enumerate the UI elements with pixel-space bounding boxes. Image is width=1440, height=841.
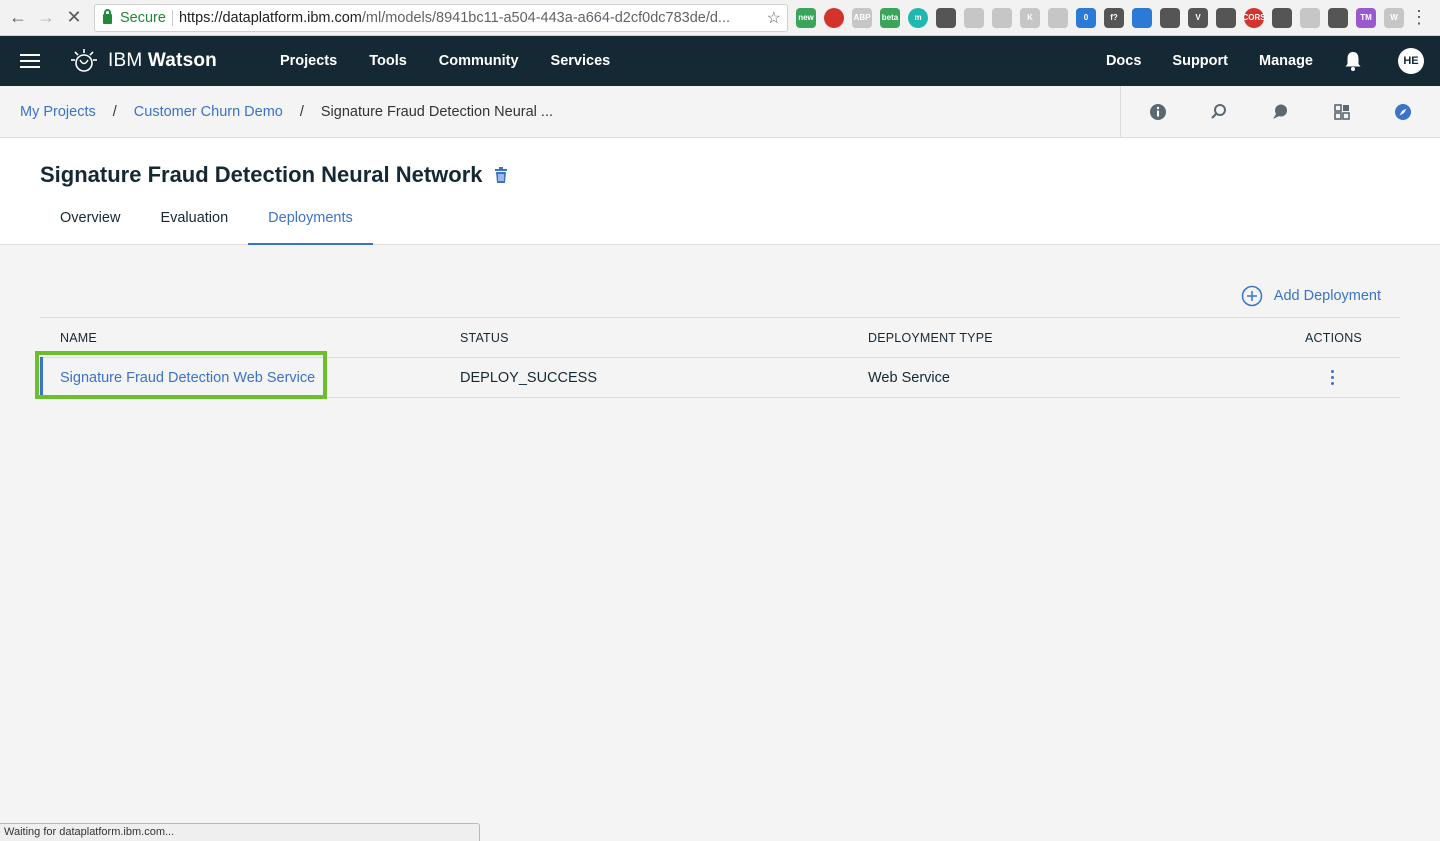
hamburger-menu-icon[interactable]	[20, 54, 40, 68]
extension-formula-icon[interactable]: f?	[1104, 7, 1124, 28]
extension-m-icon[interactable]: m	[908, 7, 928, 28]
bookmark-star-icon[interactable]: ☆	[767, 8, 781, 28]
address-bar[interactable]: Secure https://dataplatform.ibm.com/ml/m…	[94, 3, 788, 32]
tab-deployments[interactable]: Deployments	[248, 208, 373, 245]
extension-abp-icon[interactable]: ABP	[852, 7, 872, 28]
back-icon[interactable]: ←	[4, 0, 32, 36]
deployment-type: Web Service	[868, 369, 950, 386]
add-deployment-button[interactable]: Add Deployment	[40, 282, 1400, 310]
page-title-row: Signature Fraud Detection Neural Network	[40, 162, 507, 188]
secure-label: Secure	[120, 9, 166, 26]
column-header-status[interactable]: STATUS	[460, 331, 868, 345]
extension-eyedropper-icon[interactable]	[1132, 7, 1152, 28]
watson-logo-icon[interactable]	[70, 47, 98, 75]
nav-tools[interactable]: Tools	[369, 53, 407, 69]
extension-cors-icon[interactable]: CORS	[1242, 7, 1266, 28]
extension-target-icon[interactable]	[1216, 7, 1236, 28]
extension-icons: new ABP beta m K 0 f? V CORS TM W	[796, 7, 1404, 28]
nav-services[interactable]: Services	[551, 53, 611, 69]
deployments-panel: Add Deployment NAME STATUS DEPLOYMENT TY…	[35, 282, 1400, 399]
extension-cap-icon[interactable]	[1272, 7, 1292, 28]
address-divider	[171, 9, 173, 26]
lock-icon	[103, 9, 112, 24]
brand-watson: Watson	[147, 50, 217, 71]
browser-status-bar: Waiting for dataplatform.ibm.com...	[0, 823, 480, 841]
add-deployment-label: Add Deployment	[1273, 288, 1381, 304]
find-replace-icon[interactable]	[1210, 103, 1228, 121]
user-avatar[interactable]: HE	[1398, 48, 1424, 74]
trash-icon[interactable]	[494, 167, 507, 183]
url-path: /ml/models/8941bc11-a504-443a-a664-d2cf0…	[361, 9, 731, 26]
model-tabs: Overview Evaluation Deployments	[40, 208, 373, 245]
extension-new-icon[interactable]: new	[796, 7, 816, 28]
forward-icon[interactable]: →	[32, 0, 60, 36]
breadcrumb-bar: My Projects / Customer Churn Demo / Sign…	[0, 86, 1440, 138]
stop-loading-icon[interactable]: ✕	[60, 0, 88, 36]
extension-vue-icon[interactable]: V	[1188, 7, 1208, 28]
model-header: Signature Fraud Detection Neural Network…	[0, 138, 1440, 245]
extension-red-icon[interactable]	[824, 7, 844, 28]
extension-beta-icon[interactable]: beta	[880, 7, 900, 28]
row-actions-menu-icon[interactable]	[1329, 370, 1335, 385]
brand-name[interactable]: IBM Watson	[108, 50, 217, 72]
breadcrumb-separator: /	[299, 103, 304, 120]
add-circle-icon	[1241, 285, 1263, 307]
url-text[interactable]: https://dataplatform.ibm.com/ml/models/8…	[179, 10, 763, 26]
grid-icon[interactable]	[1333, 103, 1351, 121]
compass-icon[interactable]	[1394, 103, 1412, 121]
extension-monitor-icon[interactable]	[1328, 7, 1348, 28]
page-title: Signature Fraud Detection Neural Network	[40, 162, 483, 187]
url-host: https://dataplatform.ibm.com	[178, 9, 362, 26]
main-nav: Projects Tools Community Services	[280, 53, 610, 69]
header-right-nav: Docs Support Manage HE	[1106, 36, 1440, 86]
browser-toolbar: ← → ✕ Secure https://dataplatform.ibm.co…	[0, 0, 1440, 36]
extension-k-icon[interactable]: K	[1020, 7, 1040, 28]
column-header-name[interactable]: NAME	[40, 331, 460, 345]
extension-circle-icon[interactable]	[1048, 7, 1068, 28]
extension-ruler-icon[interactable]	[992, 7, 1012, 28]
deployment-status: DEPLOY_SUCCESS	[460, 369, 597, 386]
nav-projects[interactable]: Projects	[280, 53, 337, 69]
breadcrumb-current: Signature Fraud Detection Neural ...	[320, 103, 554, 120]
breadcrumb-customer-churn-demo[interactable]: Customer Churn Demo	[134, 104, 283, 120]
extension-note-icon[interactable]	[1300, 7, 1320, 28]
extension-react-icon[interactable]	[1160, 7, 1180, 28]
annotation-highlight-box	[35, 351, 327, 399]
nav-docs[interactable]: Docs	[1106, 53, 1141, 69]
notification-bell-icon[interactable]	[1344, 51, 1362, 71]
breadcrumb-my-projects[interactable]: My Projects	[20, 104, 96, 120]
project-tools	[1120, 86, 1440, 137]
nav-manage[interactable]: Manage	[1259, 53, 1313, 69]
extension-w-icon[interactable]: W	[1384, 7, 1404, 28]
tab-overview[interactable]: Overview	[40, 208, 140, 245]
extension-pin-icon[interactable]	[964, 7, 984, 28]
nav-support[interactable]: Support	[1172, 53, 1228, 69]
app-header: IBM Watson Projects Tools Community Serv…	[0, 36, 1440, 86]
browser-menu-icon[interactable]: ⋮	[1410, 7, 1428, 28]
breadcrumb: My Projects / Customer Churn Demo / Sign…	[20, 104, 553, 120]
comments-icon[interactable]	[1271, 103, 1289, 121]
column-header-actions: ACTIONS	[1305, 330, 1362, 345]
extension-badge-icon[interactable]: 0	[1076, 7, 1096, 28]
extension-wordpress-icon[interactable]	[936, 7, 956, 28]
extension-tm-icon[interactable]: TM	[1356, 7, 1376, 28]
info-icon[interactable]	[1149, 103, 1167, 121]
nav-community[interactable]: Community	[439, 53, 519, 69]
tab-evaluation[interactable]: Evaluation	[140, 208, 248, 245]
breadcrumb-separator: /	[112, 103, 117, 120]
column-header-deployment-type[interactable]: DEPLOYMENT TYPE	[868, 331, 1305, 345]
brand-prefix: IBM	[108, 50, 148, 71]
